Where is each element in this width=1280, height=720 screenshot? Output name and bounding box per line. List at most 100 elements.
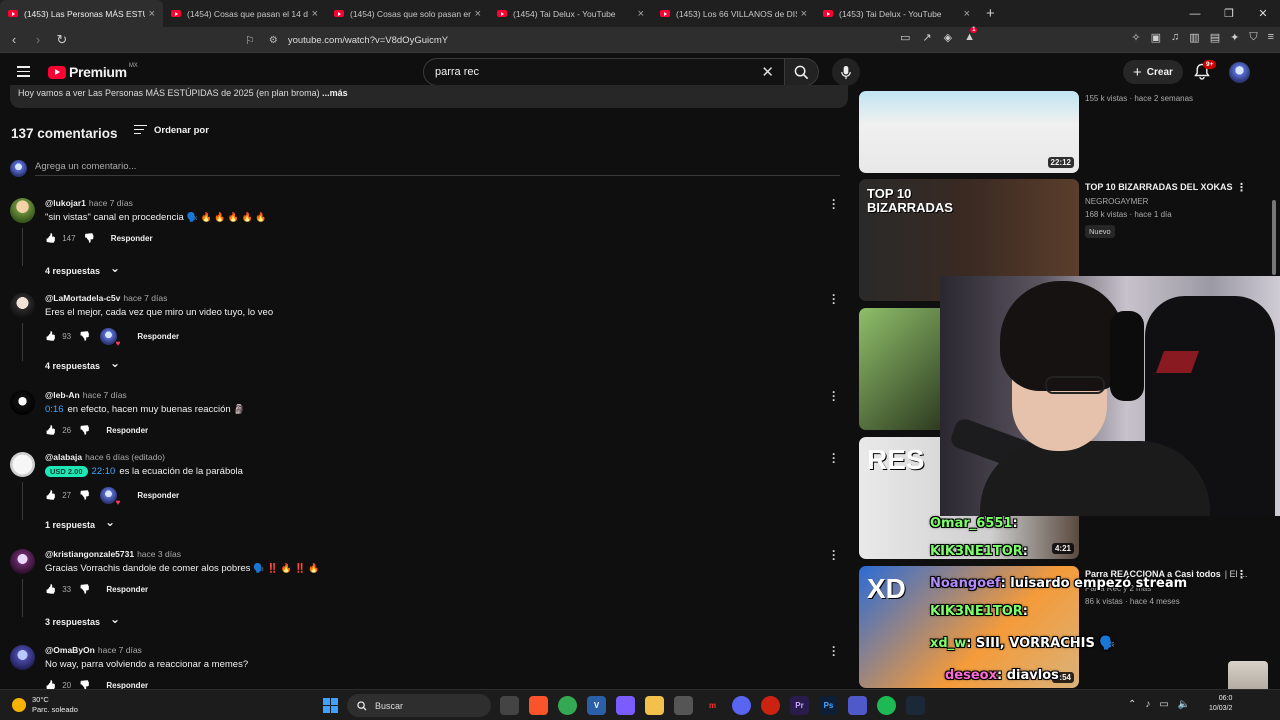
sort-button[interactable]: Ordenar por <box>134 125 209 137</box>
sidebar-scrollbar[interactable] <box>1272 200 1276 275</box>
copilot-icon[interactable] <box>616 696 635 715</box>
more-actions-icon[interactable]: · · · <box>832 545 836 565</box>
dislike-icon[interactable]: 👎 <box>79 425 90 436</box>
account-avatar[interactable] <box>1229 62 1250 83</box>
description-more-link[interactable]: ...más <box>322 88 348 98</box>
discord-icon[interactable] <box>732 696 751 715</box>
mic-tray-icon[interactable]: ♪ <box>1145 699 1150 710</box>
clear-search-icon[interactable]: ✕ <box>761 63 774 81</box>
guide-menu-icon[interactable] <box>17 66 30 77</box>
comment-author[interactable]: @lukojar1 <box>45 198 86 208</box>
search-input[interactable]: parra rec ✕ <box>423 58 785 86</box>
more-actions-icon[interactable]: ⋮ <box>1236 181 1247 194</box>
extensions-icon[interactable]: ✧ <box>1131 31 1140 44</box>
commenter-avatar[interactable] <box>10 549 35 574</box>
comment-time[interactable]: hace 7 días <box>83 390 127 400</box>
cast-icon[interactable]: ▭ <box>900 31 910 44</box>
more-actions-icon[interactable]: · · · <box>832 448 836 468</box>
comment-author[interactable]: @kristiangonzale5731 <box>45 549 134 559</box>
commenter-avatar[interactable] <box>10 293 35 318</box>
teams-icon[interactable] <box>848 696 867 715</box>
show-replies-button[interactable]: 3 respuestas ⌄ <box>45 612 120 629</box>
reply-button[interactable]: Responder <box>106 426 148 435</box>
forward-icon[interactable]: › <box>28 32 48 47</box>
dislike-icon[interactable]: 👎 <box>79 490 90 501</box>
like-icon[interactable]: 👍 <box>45 490 56 501</box>
close-window-icon[interactable]: ✕ <box>1246 7 1280 20</box>
close-tab-icon[interactable]: × <box>149 8 155 20</box>
leo-icon[interactable]: ✦ <box>1230 31 1239 44</box>
site-settings-icon[interactable]: ⚙ <box>269 35 278 46</box>
video-description[interactable]: Hoy vamos a ver Las Personas MÁS ESTÚPID… <box>10 85 848 108</box>
browser-tab[interactable]: (1454) Tai Delux - YouTube × <box>489 0 652 27</box>
search-button[interactable] <box>785 58 819 86</box>
spotify-icon[interactable] <box>877 696 896 715</box>
chevron-up-icon[interactable]: ⌃ <box>1128 699 1136 710</box>
commenter-avatar[interactable] <box>10 198 35 223</box>
steam-icon[interactable] <box>906 696 925 715</box>
restore-icon[interactable]: ❐ <box>1212 7 1246 20</box>
brave-shield-icon[interactable]: ◈ <box>944 31 952 44</box>
close-tab-icon[interactable]: × <box>475 8 481 20</box>
more-actions-icon[interactable]: ⋮ <box>1236 568 1247 581</box>
volume-icon[interactable]: 🔈 <box>1178 699 1190 710</box>
browser-tab[interactable]: (1453) Tai Delux - YouTube × <box>815 0 978 27</box>
comment-author[interactable]: @OmaByOn <box>45 645 95 655</box>
commenter-avatar[interactable] <box>10 390 35 415</box>
comment-time[interactable]: hace 7 días <box>98 645 142 655</box>
reload-icon[interactable]: ↻ <box>52 32 72 48</box>
comment-author[interactable]: @LaMortadela-c5v <box>45 293 120 303</box>
close-tab-icon[interactable]: × <box>801 8 807 20</box>
rewards-icon[interactable]: ▲ 1 <box>964 27 978 44</box>
comment-time[interactable]: hace 3 días <box>137 549 181 559</box>
screenshot-icon[interactable]: ▣ <box>1151 31 1161 44</box>
more-actions-icon[interactable]: · · · <box>832 386 836 406</box>
chrome-icon[interactable] <box>558 696 577 715</box>
more-actions-icon[interactable]: · · · <box>832 289 836 309</box>
close-tab-icon[interactable]: × <box>638 8 644 20</box>
task-view-icon[interactable] <box>500 696 519 715</box>
dislike-icon[interactable]: 👎 <box>79 331 90 342</box>
taskbar-search[interactable]: Buscar <box>347 694 491 717</box>
close-tab-icon[interactable]: × <box>964 8 970 20</box>
voice-search-button[interactable] <box>832 58 860 86</box>
comment-time[interactable]: hace 7 días <box>123 293 167 303</box>
browser-tab[interactable]: (1454) Cosas que pasan el 14 de febr × <box>163 0 326 27</box>
clock[interactable]: 06:0 10/03/2 <box>1209 694 1232 714</box>
video-title[interactable]: TOP 10 BIZARRADAS DEL XOKAS <box>1085 182 1233 192</box>
notifications-button[interactable]: 9+ <box>1194 60 1217 85</box>
reply-button[interactable]: Responder <box>137 491 179 500</box>
sidebar-icon[interactable]: ▥ <box>1189 31 1199 44</box>
minimize-icon[interactable]: — <box>1178 8 1212 20</box>
show-replies-button[interactable]: 4 respuestas ⌄ <box>45 261 120 278</box>
like-icon[interactable]: 👍 <box>45 331 56 342</box>
youtube-premium-logo[interactable]: Premium MX <box>48 63 138 80</box>
weather-widget[interactable]: 30°C Parc. soleado <box>12 695 78 715</box>
close-tab-icon[interactable]: × <box>312 8 318 20</box>
back-icon[interactable]: ‹ <box>4 32 24 47</box>
show-replies-button[interactable]: 1 respuesta ⌄ <box>45 515 115 532</box>
bookmark-icon[interactable]: ⚐ <box>245 34 255 47</box>
comment-author[interactable]: @alabaja <box>45 452 82 462</box>
app-m-icon[interactable]: m <box>703 696 722 715</box>
browser-tab[interactable]: (1454) Cosas que solo pasan en las e × <box>326 0 489 27</box>
create-button[interactable]: + Crear <box>1123 60 1183 84</box>
wallet-icon[interactable]: ▤ <box>1210 31 1220 44</box>
browser-tab[interactable]: (1453) Los 66 VILLANOS de DISNEY × <box>652 0 815 27</box>
share-icon[interactable]: ↗ <box>922 31 931 44</box>
more-actions-icon[interactable]: · · · <box>832 641 836 661</box>
channel-name[interactable]: NEGROGAYMER <box>1085 197 1148 206</box>
dislike-icon[interactable]: 👎 <box>79 584 90 595</box>
video-thumbnail[interactable]: 22:12 <box>859 91 1079 173</box>
brave-icon[interactable] <box>529 696 548 715</box>
timestamp-link[interactable]: 0:16 <box>45 404 64 415</box>
more-actions-icon[interactable]: · · · <box>832 194 836 214</box>
comment-time[interactable]: hace 7 días <box>89 198 133 208</box>
premiere-icon[interactable]: Pr <box>790 696 809 715</box>
url-field[interactable]: ⚐ ⚙ youtube.com/watch?v=V8dOyGuicmY <box>245 30 995 50</box>
music-icon[interactable]: ♫ <box>1171 31 1179 44</box>
file-explorer-icon[interactable] <box>645 696 664 715</box>
add-comment-input[interactable]: Agrega un comentario... <box>35 161 840 176</box>
comment-time[interactable]: hace 6 días (editado) <box>85 452 165 462</box>
photoshop-icon[interactable]: Ps <box>819 696 838 715</box>
